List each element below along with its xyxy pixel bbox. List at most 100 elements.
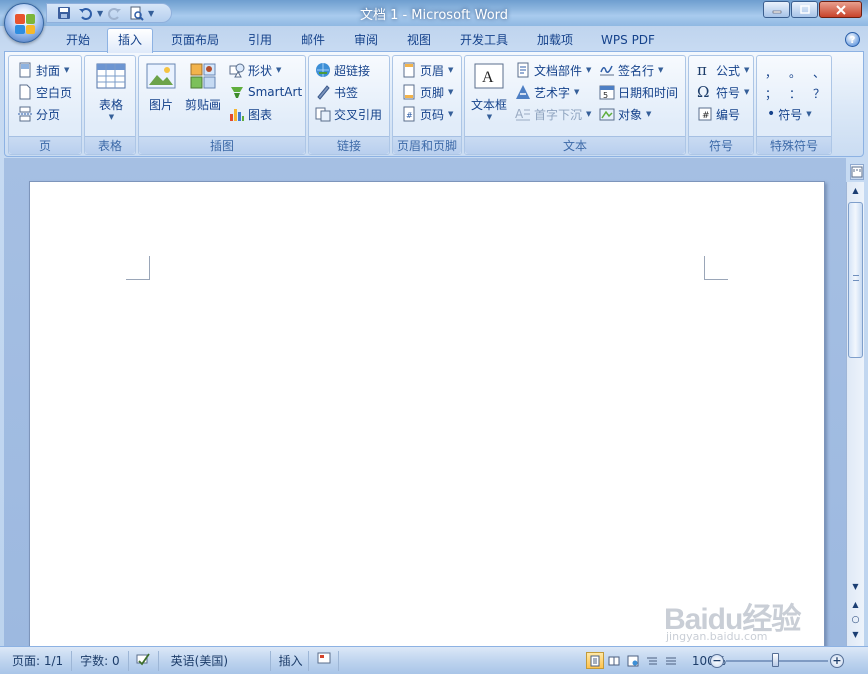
picture-button[interactable]: 图片 [144, 62, 178, 113]
shapes-button[interactable]: 形状 ▼ [229, 60, 281, 80]
group-text: A 文本框 ▼ 文档部件 ▼ 艺术字 ▼ A 首字下沉 ▼ 签名行 ▼ 5 日期和时间 … [464, 55, 686, 155]
cross-reference-icon [315, 107, 331, 122]
close-button[interactable] [819, 1, 862, 18]
shapes-dropdown-icon: ▼ [276, 66, 282, 74]
clipart-label: 剪贴画 [184, 98, 221, 112]
equation-button[interactable]: π 公式 ▼ [697, 60, 749, 80]
special-char-question[interactable]: ？ [813, 85, 825, 102]
signature-line-button[interactable]: 签名行 ▼ [599, 60, 663, 80]
help-button[interactable]: ? [845, 32, 860, 47]
web-layout-icon [627, 655, 639, 666]
web-layout-button[interactable] [624, 652, 642, 669]
smartart-button[interactable]: SmartArt [229, 82, 302, 102]
tab-references[interactable]: 引用 [240, 30, 280, 52]
cover-page-button[interactable]: 封面 ▼ [17, 60, 69, 80]
document-page[interactable] [29, 181, 825, 646]
zoom-thumb[interactable] [772, 653, 779, 667]
wordart-label: 艺术字 [534, 85, 571, 100]
tab-home[interactable]: 开始 [58, 30, 98, 52]
macro-record-button[interactable] [309, 650, 339, 671]
tab-mailings[interactable]: 邮件 [293, 30, 333, 52]
minimize-icon [772, 10, 781, 13]
page-number-button[interactable]: # 页码 ▼ [401, 104, 453, 124]
special-char-colon[interactable]: ： [789, 85, 801, 102]
group-text-label: 文本 [465, 136, 685, 154]
view-ruler-button[interactable] [850, 164, 864, 180]
special-char-semicolon[interactable]: ； [765, 85, 777, 102]
word-count[interactable]: 字数: 0 [72, 650, 129, 671]
tab-developer[interactable]: 开发工具 [453, 30, 515, 52]
language-indicator[interactable]: 英语(美国) [159, 650, 271, 671]
bullet-icon: • [767, 106, 776, 122]
page-break-button[interactable]: 分页 [17, 104, 60, 124]
draft-view-button[interactable] [662, 652, 680, 669]
scroll-thumb[interactable] [848, 202, 863, 358]
chart-button[interactable]: 图表 [229, 104, 272, 124]
minimize-button[interactable] [763, 1, 790, 18]
maximize-button[interactable] [791, 1, 818, 18]
smartart-label: SmartArt [248, 85, 303, 99]
scroll-down-icon[interactable]: ▼ [849, 580, 862, 594]
header-dropdown-icon: ▼ [448, 66, 454, 74]
quick-parts-button[interactable]: 文档部件 ▼ [515, 60, 591, 80]
special-char-comma[interactable]: ， [765, 64, 777, 81]
shapes-label: 形状 [248, 63, 273, 78]
cross-reference-button[interactable]: 交叉引用 [315, 104, 382, 124]
textbox-button[interactable]: A 文本框 ▼ [469, 62, 509, 121]
customize-qat-icon[interactable]: ▼ [148, 9, 154, 18]
group-pages-label: 页 [9, 136, 81, 154]
print-layout-view-button[interactable] [586, 652, 604, 669]
insert-mode[interactable]: 插入 [271, 650, 309, 671]
table-button[interactable]: 表格 ▼ [92, 62, 130, 121]
footer-button[interactable]: 页脚 ▼ [401, 82, 453, 102]
cross-reference-label: 交叉引用 [334, 107, 383, 122]
vertical-scrollbar[interactable]: ▲ ▼ ▲ ○ ▼ [846, 182, 864, 646]
drop-cap-button[interactable]: A 首字下沉 ▼ [515, 104, 591, 124]
zoom-out-icon[interactable]: − [710, 654, 724, 668]
zoom-slider[interactable]: − + [710, 651, 844, 671]
date-time-button[interactable]: 5 日期和时间 [599, 82, 678, 102]
special-char-enum-comma[interactable]: 、 [813, 64, 825, 81]
save-icon [58, 7, 70, 19]
zoom-in-icon[interactable]: + [830, 654, 844, 668]
numbering-button[interactable]: # 编号 [697, 104, 740, 124]
hyperlink-button[interactable]: 超链接 [315, 60, 370, 80]
cover-page-dropdown-icon: ▼ [64, 66, 70, 74]
scroll-up-icon[interactable]: ▲ [849, 184, 862, 198]
full-screen-reading-button[interactable] [605, 652, 623, 669]
outline-view-button[interactable] [643, 652, 661, 669]
special-symbol-button[interactable]: • 符号 ▼ [767, 104, 812, 124]
special-char-period[interactable]: 。 [789, 64, 801, 81]
proofing-button[interactable] [129, 650, 159, 671]
special-char-row-1: ， 。 、 [765, 62, 825, 82]
footer-dropdown-icon: ▼ [448, 88, 454, 96]
header-button[interactable]: 页眉 ▼ [401, 60, 453, 80]
select-browse-object-icon[interactable]: ○ [849, 613, 862, 627]
undo-dropdown-icon[interactable]: ▼ [97, 9, 103, 18]
office-logo-icon [15, 14, 35, 34]
symbol-button[interactable]: Ω 符号 ▼ [697, 82, 749, 102]
group-table-label: 表格 [85, 136, 135, 154]
signature-line-label: 签名行 [618, 63, 655, 78]
object-button[interactable]: 对象 ▼ [599, 104, 651, 124]
print-preview-button[interactable] [127, 5, 145, 21]
object-icon [599, 108, 615, 121]
save-button[interactable] [55, 5, 73, 21]
wordart-button[interactable]: 艺术字 ▼ [515, 82, 579, 102]
tab-add-ins[interactable]: 加载项 [528, 30, 582, 52]
tab-page-layout[interactable]: 页面布局 [164, 30, 226, 52]
previous-page-icon[interactable]: ▲ [849, 598, 862, 612]
redo-button[interactable] [106, 5, 124, 21]
clipart-button[interactable]: 剪贴画 [182, 62, 224, 113]
office-button[interactable] [4, 3, 44, 43]
next-page-icon[interactable]: ▼ [849, 628, 862, 642]
bookmark-button[interactable]: 书签 [315, 82, 358, 102]
tab-review[interactable]: 审阅 [346, 30, 386, 52]
tab-wps-pdf[interactable]: WPS PDF [595, 30, 661, 52]
group-special-symbols-label: 特殊符号 [757, 136, 831, 154]
blank-page-button[interactable]: 空白页 [17, 82, 72, 102]
tab-insert[interactable]: 插入 [107, 28, 153, 53]
page-count[interactable]: 页面: 1/1 [0, 650, 73, 671]
tab-view[interactable]: 视图 [399, 30, 439, 52]
undo-button[interactable] [76, 5, 94, 21]
